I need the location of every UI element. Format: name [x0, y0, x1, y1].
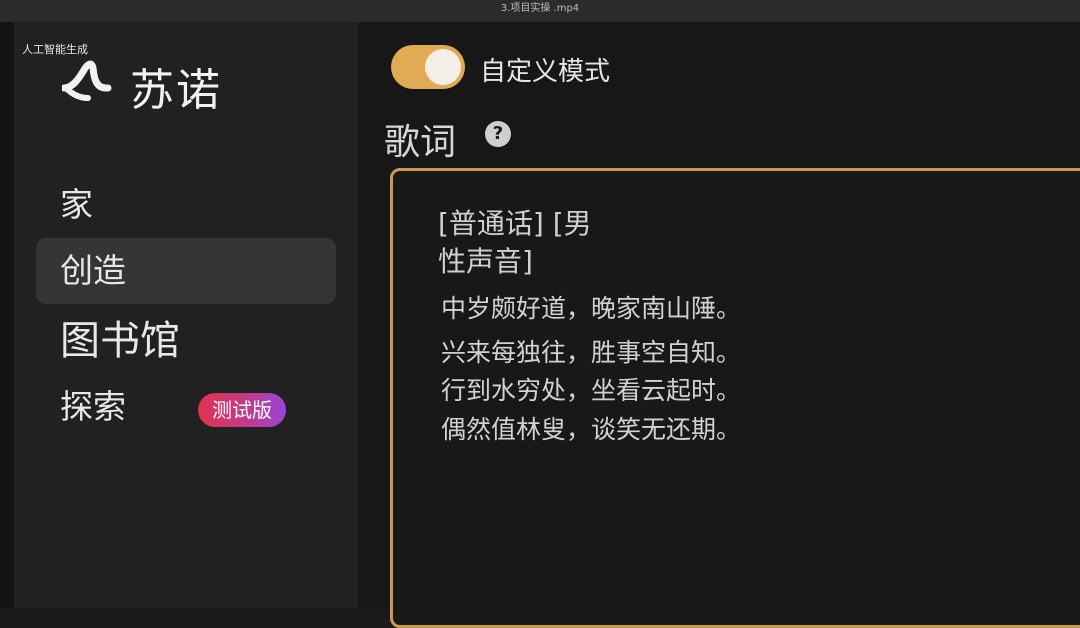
custom-mode-toggle[interactable]	[391, 45, 465, 89]
left-edge	[0, 22, 14, 608]
nav-item-explore[interactable]: 探索	[36, 374, 336, 440]
lyrics-line: 中岁颇好道，晚家南山陲。	[441, 294, 742, 323]
ai-watermark: 人工智能生成	[22, 43, 88, 56]
nav-item-home[interactable]: 家	[36, 172, 336, 238]
nav-item-home-label: 家	[60, 185, 93, 224]
nav-item-explore-label: 探索	[60, 387, 126, 426]
suno-logo-icon	[62, 60, 112, 101]
toggle-knob	[425, 49, 461, 85]
lyrics-line: 兴来每独往，胜事空自知。	[441, 338, 742, 367]
custom-mode-label: 自定义模式	[480, 57, 611, 87]
nav-item-create[interactable]: 创造	[36, 238, 336, 304]
help-icon[interactable]: ?	[485, 121, 511, 147]
brand-name: 苏诺	[130, 65, 222, 116]
nav-item-library-label: 图书馆	[60, 318, 180, 364]
lyrics-line: 偶然值林叟，谈笑无还期。	[441, 415, 742, 444]
lyrics-title: 歌词	[384, 122, 457, 163]
window-title: 3.项目实操 .mp4	[500, 3, 580, 14]
beta-badge: 测试版	[198, 393, 286, 427]
nav-item-create-label: 创造	[60, 251, 126, 290]
window-titlebar: 3.项目实操 .mp4	[0, 0, 1080, 22]
lyrics-tag-line-2: 性声音]	[438, 245, 533, 278]
lyrics-style-tag: [普通话] [男 性声音]	[438, 205, 638, 281]
nav-item-library[interactable]: 图书馆	[36, 308, 336, 374]
lyrics-tag-line-1: [普通话] [男	[438, 207, 592, 240]
lyrics-line: 行到水穷处，坐看云起时。	[441, 376, 742, 405]
